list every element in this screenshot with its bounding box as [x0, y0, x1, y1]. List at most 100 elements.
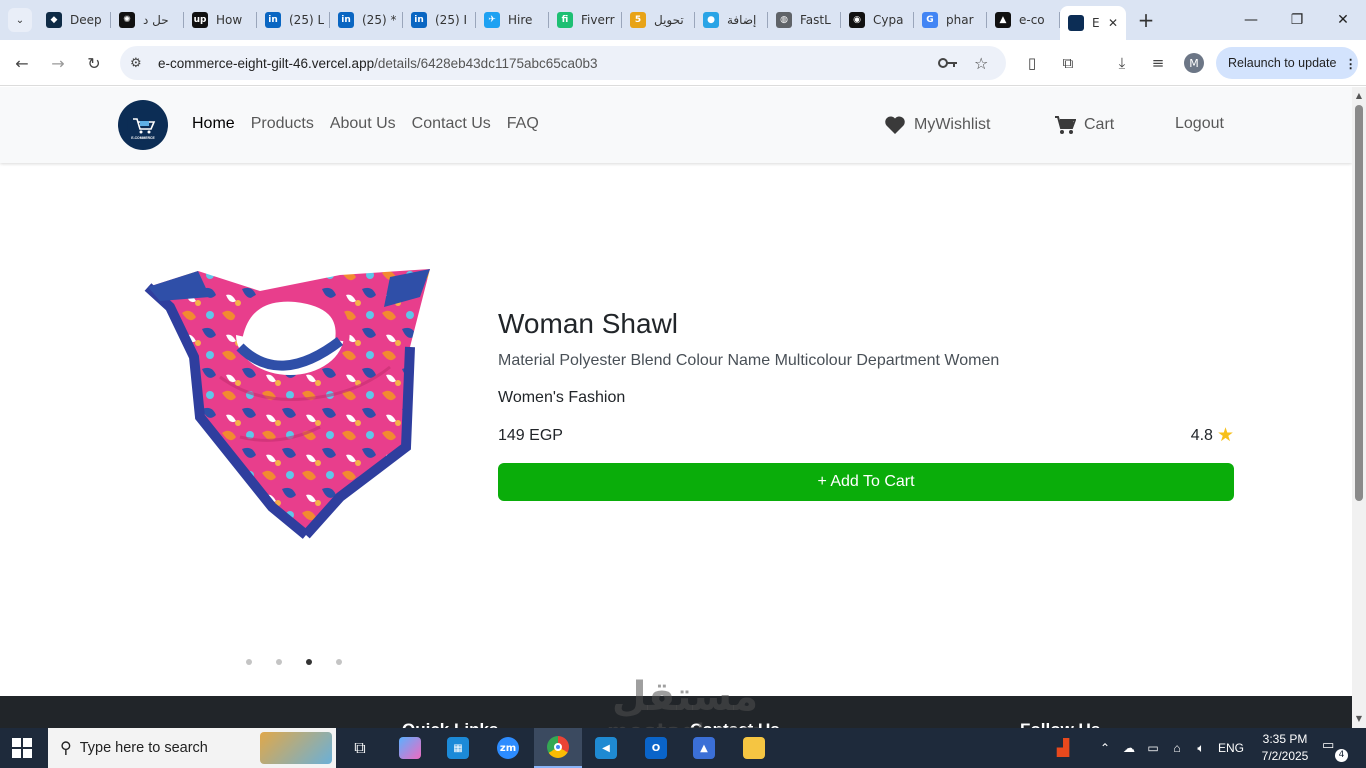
outlook-icon[interactable]: O [632, 728, 680, 768]
notification-center-icon[interactable]: ▭ 4 [1322, 738, 1348, 762]
browser-tab[interactable]: 5 تحويل [622, 0, 695, 40]
upwork-icon: up [192, 12, 208, 28]
network-icon[interactable]: ⌂ [1166, 728, 1188, 768]
browser-tab-label: Fiverr [581, 13, 615, 27]
browser-tab[interactable]: ✈ Hire [476, 0, 549, 40]
browser-tab[interactable]: fi Fiverr [549, 0, 622, 40]
product-image [144, 269, 430, 539]
url-text[interactable]: e-commerce-eight-gilt-46.vercel.app/deta… [158, 56, 598, 71]
chrome-icon[interactable] [534, 728, 582, 768]
windows-start-icon[interactable] [12, 738, 32, 758]
wishlist-label: MyWishlist [914, 116, 991, 133]
volume-icon[interactable]: 🔈︎ [1190, 728, 1212, 768]
wishlist-link[interactable]: MyWishlist [884, 115, 990, 135]
site-logo[interactable]: E-COMMERCE [118, 100, 168, 150]
browser-tab-label: حل د [143, 13, 169, 27]
add-to-cart-button[interactable]: + Add To Cart [498, 463, 1234, 501]
minimize-icon[interactable]: — [1228, 0, 1274, 40]
price-rating-row: 149 EGP 4.8 ★ [498, 426, 1234, 445]
rating-value: 4.8 [1190, 427, 1213, 444]
address-bar[interactable]: ⚙ e-commerce-eight-gilt-46.vercel.app/de… [120, 46, 1006, 80]
product-description: Material Polyester Blend Colour Name Mul… [498, 352, 1000, 369]
primary-nav-links: Home Products About Us Contact Us FAQ [192, 115, 539, 133]
relaunch-button[interactable]: Relaunch to update ⋮ [1216, 47, 1358, 79]
nav-link-about-us[interactable]: About Us [330, 115, 396, 133]
taskbar-search-box[interactable]: ⚲ Type here to search [48, 728, 336, 768]
browser-tab[interactable]: Gphar [914, 0, 987, 40]
battery-icon[interactable]: ▭ [1142, 728, 1164, 768]
browser-tab[interactable]: in (25) * [330, 0, 403, 40]
slider-dot[interactable] [336, 659, 342, 665]
new-tab-button[interactable]: + [1132, 6, 1160, 34]
cart-link[interactable]: Cart [1054, 115, 1114, 135]
browser-tab-label: إضافة [727, 13, 757, 27]
back-arrow-icon[interactable]: ← [8, 49, 36, 77]
slider-dot[interactable] [246, 659, 252, 665]
restore-icon[interactable]: ❐ [1274, 0, 1320, 40]
heart-icon [885, 116, 905, 134]
hire-icon: ✈ [484, 12, 500, 28]
browser-tab[interactable]: ● إضافة [695, 0, 768, 40]
browser-tab-label: E [1092, 16, 1100, 30]
browser-tab[interactable]: up How [184, 0, 257, 40]
media-control-icon[interactable]: ≡ [1146, 51, 1170, 75]
active-browser-tab[interactable]: E ✕ [1060, 6, 1126, 40]
extensions-icon[interactable]: ⧉ [1056, 51, 1080, 75]
logout-link[interactable]: Logout [1175, 115, 1224, 133]
page-scrollbar[interactable]: ▲ ▼ [1352, 87, 1366, 728]
browser-tab-label: Hire [508, 13, 533, 27]
address-toolbar: ← → ↻ ⚙ e-commerce-eight-gilt-46.vercel.… [0, 40, 1366, 86]
site-settings-icon[interactable]: ⚙ [130, 56, 148, 71]
scroll-up-arrow-icon[interactable]: ▲ [1354, 91, 1364, 101]
onedrive-cloud-icon[interactable]: ☁ [1118, 728, 1140, 768]
ecommerce-tab-icon [1068, 15, 1084, 31]
vercel-icon: ▲ [995, 12, 1011, 28]
nav-link-products[interactable]: Products [251, 115, 314, 133]
github-icon: ◉ [849, 12, 865, 28]
scroll-down-arrow-icon[interactable]: ▼ [1354, 714, 1364, 724]
browser-tab-label: Deep [70, 13, 102, 27]
task-view-icon[interactable]: ⧉ [336, 728, 384, 768]
copilot-icon[interactable] [386, 728, 434, 768]
close-tab-icon[interactable]: ✕ [1108, 16, 1118, 30]
clock-date: 7/2/2025 [1261, 749, 1309, 763]
fiverr-icon: fi [557, 12, 573, 28]
nav-link-contact-us[interactable]: Contact Us [412, 115, 491, 133]
browser-tab[interactable]: ◍ FastL [768, 0, 841, 40]
reading-mode-icon[interactable]: ▯ [1020, 51, 1044, 75]
tray-overflow-chevron-icon[interactable]: ⌃ [1096, 728, 1114, 768]
nav-link-faq[interactable]: FAQ [507, 115, 539, 133]
khamsat-icon: 5 [630, 12, 646, 28]
browser-tab[interactable]: ✺ حل د [111, 0, 184, 40]
linkedin-icon: in [338, 12, 354, 28]
zoom-icon[interactable]: zm [484, 728, 532, 768]
slider-dot[interactable] [306, 659, 312, 665]
language-indicator[interactable]: ENG [1214, 728, 1248, 768]
browser-tab[interactable]: ◉ Cypa [841, 0, 914, 40]
slider-dot[interactable] [276, 659, 282, 665]
browser-tab-label: FastL [800, 13, 831, 27]
scroll-thumb[interactable] [1355, 105, 1363, 501]
office-tray-icon[interactable]: ▟ [1050, 728, 1076, 768]
browser-tab[interactable]: ◆ Deep [38, 0, 111, 40]
profile-avatar[interactable]: M [1184, 53, 1204, 73]
bookmark-star-icon[interactable]: ☆ [974, 46, 988, 80]
reload-icon[interactable]: ↻ [80, 49, 108, 77]
password-key-icon[interactable] [938, 46, 958, 80]
system-clock[interactable]: 3:35 PM 7/2/2025 [1252, 731, 1318, 765]
file-explorer-icon[interactable] [730, 728, 778, 768]
nav-link-home[interactable]: Home [192, 115, 235, 133]
download-icon[interactable]: ⤓ [1110, 51, 1134, 75]
tab-search-chevron-icon[interactable]: ⌄ [8, 8, 32, 32]
store-icon[interactable]: ▦ [434, 728, 482, 768]
watermark-arabic: مستقل [611, 674, 759, 720]
vscode-icon[interactable]: ◀ [582, 728, 630, 768]
forward-arrow-icon[interactable]: → [44, 49, 72, 77]
browser-tab[interactable]: in (25) I [403, 0, 476, 40]
browser-tab[interactable]: ▲ e-co [987, 0, 1060, 40]
mostaql-icon: ● [703, 12, 719, 28]
cart-logo-icon: E-COMMERCE [127, 109, 159, 141]
azure-data-icon[interactable]: ▲ [680, 728, 728, 768]
close-window-icon[interactable]: ✕ [1320, 0, 1366, 40]
browser-tab[interactable]: in (25) L [257, 0, 330, 40]
